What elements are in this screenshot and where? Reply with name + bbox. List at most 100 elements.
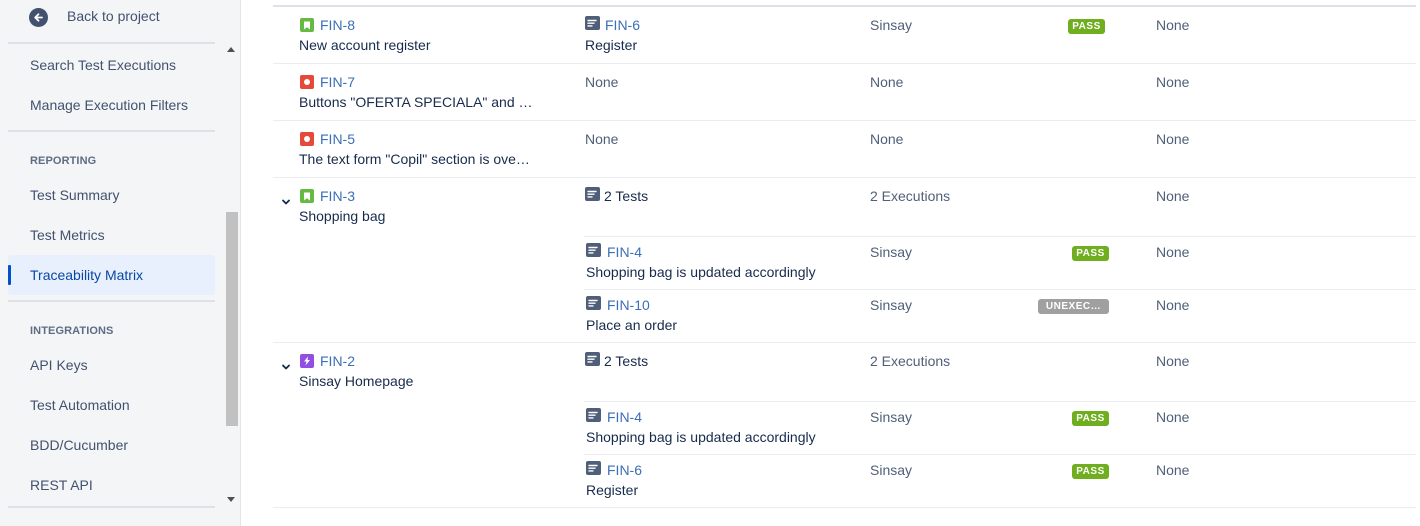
requirement-summary: Shopping bag xyxy=(299,208,386,224)
row-divider xyxy=(273,177,1416,178)
requirement-summary: New account register xyxy=(299,37,431,53)
traceability-matrix-table: FIN-8 New account register FIN-6 Registe… xyxy=(273,0,1416,526)
sidebar-item-test-metrics[interactable]: Test Metrics xyxy=(8,215,215,255)
execution-name: Sinsay xyxy=(870,244,913,260)
chevron-down-icon[interactable] xyxy=(281,194,291,205)
sidebar-item-label: Test Summary xyxy=(30,187,120,203)
row-divider xyxy=(584,401,1416,402)
row-divider xyxy=(273,120,1416,121)
epic-icon xyxy=(300,354,314,368)
defects-value: None xyxy=(1156,188,1190,204)
test-summary: Shopping bag is updated accordingly xyxy=(586,264,816,280)
test-summary: Register xyxy=(586,482,639,498)
row-divider xyxy=(273,63,1416,64)
section-label-reporting: REPORTING xyxy=(30,155,97,167)
scroll-up-arrow-icon[interactable] xyxy=(227,47,235,52)
test-icon xyxy=(586,296,601,310)
status-badge: PASS xyxy=(1072,464,1109,479)
requirement-key-link[interactable]: FIN-2 xyxy=(320,353,355,369)
sidebar-divider xyxy=(8,300,215,302)
defects-value: None xyxy=(1156,353,1190,369)
status-badge: PASS xyxy=(1072,246,1109,261)
back-to-project-link[interactable]: Back to project xyxy=(29,6,160,28)
row-divider xyxy=(273,342,1416,343)
story-icon xyxy=(300,18,314,32)
test-icon xyxy=(585,16,600,30)
scroll-down-arrow-icon[interactable] xyxy=(227,497,235,502)
back-arrow-icon xyxy=(29,7,48,27)
requirement-key-link[interactable]: FIN-5 xyxy=(320,131,355,147)
sidebar-item-bdd-cucumber[interactable]: BDD/Cucumber xyxy=(8,425,215,465)
test-key-link[interactable]: FIN-4 xyxy=(607,244,642,260)
requirement-key-link[interactable]: FIN-8 xyxy=(320,17,355,33)
requirement-summary: Buttons "OFERTA SPECIALA" and … xyxy=(299,94,533,110)
row-divider xyxy=(584,289,1416,290)
test-key-link[interactable]: FIN-6 xyxy=(607,462,642,478)
executions-count: 2 Executions xyxy=(870,353,951,369)
status-badge: PASS xyxy=(1072,411,1109,426)
sidebar-scrollbar[interactable] xyxy=(224,42,239,508)
execution-name: Sinsay xyxy=(870,409,913,425)
row-divider xyxy=(584,454,1416,455)
sidebar-item-traceability-matrix[interactable]: Traceability Matrix xyxy=(8,255,215,295)
row-divider xyxy=(273,507,1416,508)
tests-count[interactable]: 2 Tests xyxy=(604,188,648,204)
execution-name: Sinsay xyxy=(870,297,913,313)
execution-name: None xyxy=(870,74,904,90)
row-divider xyxy=(584,236,1416,237)
test-summary: Shopping bag is updated accordingly xyxy=(586,429,816,445)
status-badge: PASS xyxy=(1068,19,1105,34)
requirement-summary: Sinsay Homepage xyxy=(299,373,414,389)
sidebar-divider xyxy=(8,42,215,44)
sidebar-item-label: Search Test Executions xyxy=(30,57,177,73)
section-label-integrations: INTEGRATIONS xyxy=(30,325,114,337)
test-key-link[interactable]: FIN-6 xyxy=(605,17,640,33)
tests-count[interactable]: 2 Tests xyxy=(604,353,648,369)
sidebar-item-label: Manage Execution Filters xyxy=(30,97,188,113)
test-summary: Register xyxy=(585,37,638,53)
defects-value: None xyxy=(1156,409,1190,425)
execution-name: None xyxy=(870,131,904,147)
sidebar-item-test-summary[interactable]: Test Summary xyxy=(8,175,215,215)
execution-name: Sinsay xyxy=(870,17,913,33)
sidebar-item-label: Traceability Matrix xyxy=(30,267,144,283)
sidebar-item-label: BDD/Cucumber xyxy=(30,437,129,453)
test-icon xyxy=(585,352,600,366)
requirement-key-link[interactable]: FIN-7 xyxy=(320,74,355,90)
back-to-project-label: Back to project xyxy=(67,8,160,24)
table-top-border xyxy=(273,5,1416,7)
sidebar-item-test-automation[interactable]: Test Automation xyxy=(8,385,215,425)
sidebar-divider xyxy=(8,130,215,132)
chevron-down-icon[interactable] xyxy=(281,359,291,370)
requirement-key-link[interactable]: FIN-3 xyxy=(320,188,355,204)
defects-value: None xyxy=(1156,297,1190,313)
test-value: None xyxy=(585,74,619,90)
story-icon xyxy=(300,189,314,203)
requirement-summary: The text form "Copil" section is ove… xyxy=(299,151,530,167)
executions-count: 2 Executions xyxy=(870,188,951,204)
test-key-link[interactable]: FIN-4 xyxy=(607,409,642,425)
scrollbar-thumb[interactable] xyxy=(226,212,238,426)
status-badge: UNEXEC… xyxy=(1038,299,1109,314)
test-icon xyxy=(586,408,601,422)
sidebar-item-label: API Keys xyxy=(30,357,88,373)
sidebar-item-search-test-executions[interactable]: Search Test Executions xyxy=(8,45,215,85)
sidebar: Back to project Search Test Executions M… xyxy=(0,0,241,526)
defects-value: None xyxy=(1156,131,1190,147)
sidebar-item-label: Test Metrics xyxy=(30,227,105,243)
sidebar-divider xyxy=(8,506,215,508)
bug-icon xyxy=(300,132,314,146)
sidebar-item-api-keys[interactable]: API Keys xyxy=(8,345,215,385)
execution-name: Sinsay xyxy=(870,462,913,478)
test-value: None xyxy=(585,131,619,147)
test-icon xyxy=(586,461,601,475)
sidebar-item-label: REST API xyxy=(30,477,93,493)
test-key-link[interactable]: FIN-10 xyxy=(607,297,650,313)
sidebar-item-rest-api[interactable]: REST API xyxy=(8,465,215,505)
defects-value: None xyxy=(1156,17,1190,33)
sidebar-item-manage-execution-filters[interactable]: Manage Execution Filters xyxy=(8,85,215,125)
sidebar-item-label: Test Automation xyxy=(30,397,130,413)
defects-value: None xyxy=(1156,462,1190,478)
defects-value: None xyxy=(1156,74,1190,90)
bug-icon xyxy=(300,75,314,89)
